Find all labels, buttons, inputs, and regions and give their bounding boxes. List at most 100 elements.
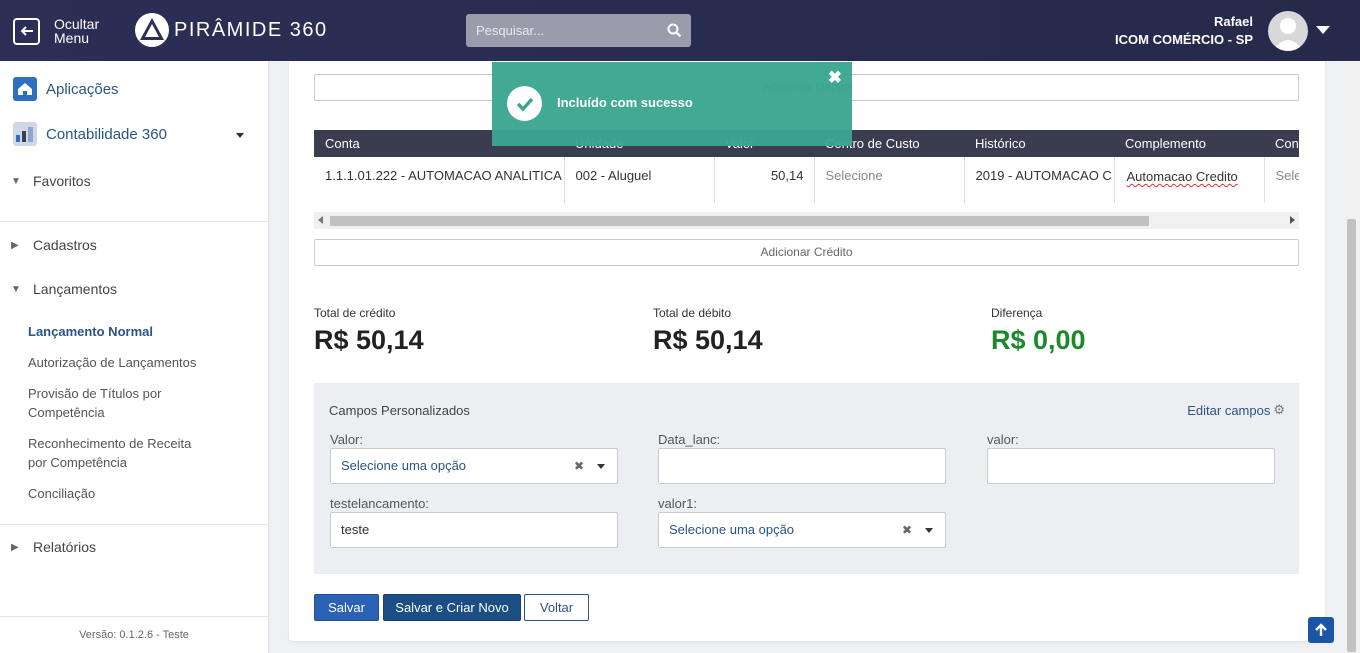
hide-menu-button[interactable]: Ocultar Menu (13, 17, 99, 45)
divider (0, 221, 268, 222)
edit-fields-label: Editar campos (1187, 402, 1271, 418)
avatar[interactable] (1268, 11, 1308, 51)
difference-value: R$ 0,00 (991, 325, 1086, 355)
caret-down-icon: ▼ (11, 175, 21, 187)
table-horizontal-scrollbar[interactable] (314, 212, 1299, 229)
sidebar-item-label: Aplicações (46, 80, 119, 98)
divider (0, 524, 268, 525)
total-credit-value: R$ 50,14 (314, 325, 424, 355)
cell-con[interactable]: Sele (1264, 157, 1299, 203)
table-row: 1.1.1.01.222 - AUTOMACAO ANALITICA 002 -… (314, 157, 1299, 203)
complemento-textarea[interactable]: Automacao Credito (1125, 168, 1264, 198)
menu-label-line1: Ocultar (54, 16, 100, 32)
cell-conta[interactable]: 1.1.1.01.222 - AUTOMACAO ANALITICA (314, 157, 565, 203)
valor-lower-input[interactable] (987, 448, 1275, 484)
custom-fields-title: Campos Personalizados (329, 403, 470, 418)
sidebar-group-label: Relatórios (33, 539, 97, 555)
back-button[interactable]: Voltar (524, 594, 589, 621)
company-name: ICOM COMÉRCIO - SP (1115, 32, 1253, 47)
data-lanc-input[interactable] (658, 448, 946, 484)
total-debit-value: R$ 50,14 (653, 325, 763, 355)
valor1-label: valor1: (658, 496, 698, 511)
valor-select[interactable]: Selecione uma opção ✖ (330, 448, 618, 484)
chevron-down-icon[interactable] (925, 528, 933, 533)
chevron-down-icon[interactable] (1316, 26, 1330, 34)
scrollbar-thumb[interactable] (330, 216, 1149, 226)
col-header-complemento: Complemento (1114, 130, 1264, 157)
testelancamento-label: testelancamento: (330, 496, 430, 511)
caret-right-icon: ▶ (11, 541, 19, 553)
sidebar-link-conciliacao[interactable]: Conciliação (28, 484, 95, 503)
sidebar-item-label: Contabilidade 360 (46, 125, 167, 143)
sidebar-group-relatorios[interactable]: ▶ Relatórios (11, 539, 96, 555)
version-label: Versão: 0.1.2.6 - Teste (0, 616, 268, 653)
main-card: Adicionar Débito Conta Unidade Valor Cen… (289, 61, 1325, 641)
sidebar-group-cadastros[interactable]: ▶ Cadastros (11, 237, 97, 253)
success-toast: Incluído com sucesso ✖ (492, 62, 852, 146)
pyramid-logo-icon (135, 13, 169, 47)
clear-icon[interactable]: ✖ (574, 449, 584, 483)
sidebar-item-contabilidade[interactable]: Contabilidade 360 (13, 122, 167, 146)
save-button[interactable]: Salvar (314, 594, 379, 621)
total-credit-label: Total de crédito (314, 306, 396, 320)
search-box (466, 14, 691, 47)
valor-select-value: Selecione uma opção (341, 458, 467, 473)
cell-complemento[interactable]: Automacao Credito (1114, 157, 1265, 203)
scroll-right-icon[interactable] (1290, 216, 1295, 224)
cell-unidade[interactable]: 002 - Aluguel (564, 157, 715, 203)
cell-historico[interactable]: 2019 - AUTOMACAO C (964, 157, 1115, 203)
check-icon (507, 86, 542, 121)
home-icon (13, 77, 37, 101)
chevron-down-icon[interactable] (236, 133, 244, 138)
valor1-select[interactable]: Selecione uma opção ✖ (658, 512, 946, 548)
total-debit-label: Total de débito (653, 306, 732, 320)
user-info[interactable]: Rafael ICOM COMÉRCIO - SP (1115, 14, 1253, 47)
sidebar-group-label: Cadastros (33, 237, 97, 253)
gear-icon: ⚙ (1273, 402, 1285, 417)
sidebar-group-lancamentos[interactable]: ▼ Lançamentos (11, 281, 117, 297)
col-header-con: Con (1264, 130, 1299, 157)
sidebar-group-label: Lançamentos (33, 281, 118, 297)
scrollbar-thumb[interactable] (1347, 219, 1356, 652)
valor1-select-value: Selecione uma opção (669, 522, 795, 537)
sidebar-link-autorizacao[interactable]: Autorização de Lançamentos (28, 353, 196, 372)
testelancamento-input[interactable]: teste (330, 512, 618, 548)
valor-lower-label: valor: (987, 432, 1019, 447)
arrow-left-icon (13, 17, 40, 45)
menu-label-line2: Menu (54, 30, 90, 46)
edit-fields-link[interactable]: Editar campos ⚙ (1187, 402, 1285, 418)
data-lanc-label: Data_lanc: (658, 432, 721, 447)
save-and-new-button[interactable]: Salvar e Criar Novo (383, 594, 521, 621)
arrow-up-icon (1315, 623, 1327, 636)
scroll-left-icon[interactable] (318, 216, 323, 224)
chevron-down-icon[interactable] (597, 464, 605, 469)
clear-icon[interactable]: ✖ (902, 513, 912, 547)
caret-down-icon: ▼ (11, 283, 21, 295)
search-icon[interactable] (657, 23, 691, 38)
cell-valor[interactable]: 50,14 (714, 157, 815, 203)
logo-text: PIRÂMIDE 360 (174, 18, 328, 41)
page-scrollbar[interactable] (1343, 61, 1360, 653)
difference-label: Diferença (991, 306, 1043, 320)
top-bar: Ocultar Menu PIRÂMIDE 360 Rafael ICOM CO… (0, 0, 1360, 61)
app-logo[interactable]: PIRÂMIDE 360 (134, 12, 328, 48)
toast-message: Incluído com sucesso (557, 95, 693, 110)
sidebar-item-aplicacoes[interactable]: Aplicações (13, 77, 119, 101)
sidebar-link-lancamento-normal[interactable]: Lançamento Normal (28, 322, 153, 341)
add-credit-button[interactable]: Adicionar Crédito (314, 239, 1299, 266)
col-header-historico: Histórico (964, 130, 1114, 157)
sidebar-link-provisao[interactable]: Provisão de Títulos por Competência (28, 384, 188, 422)
sidebar: Aplicações Contabilidade 360 ▼ Favoritos… (0, 61, 269, 653)
search-input[interactable] (466, 14, 657, 47)
close-icon[interactable]: ✖ (828, 68, 842, 88)
user-name: Rafael (1213, 14, 1253, 29)
valor-label: Valor: (330, 432, 363, 447)
scroll-to-top-button[interactable] (1308, 617, 1334, 643)
sidebar-group-favoritos[interactable]: ▼ Favoritos (11, 173, 91, 189)
custom-fields-panel: Campos Personalizados Editar campos ⚙ Va… (314, 383, 1299, 574)
sidebar-link-reconhecimento[interactable]: Reconhecimento de Receita por Competênci… (28, 434, 198, 472)
accounting-icon (13, 122, 37, 146)
cell-centro-custo[interactable]: Selecione (814, 157, 965, 203)
sidebar-group-label: Favoritos (33, 173, 91, 189)
caret-right-icon: ▶ (11, 239, 19, 251)
